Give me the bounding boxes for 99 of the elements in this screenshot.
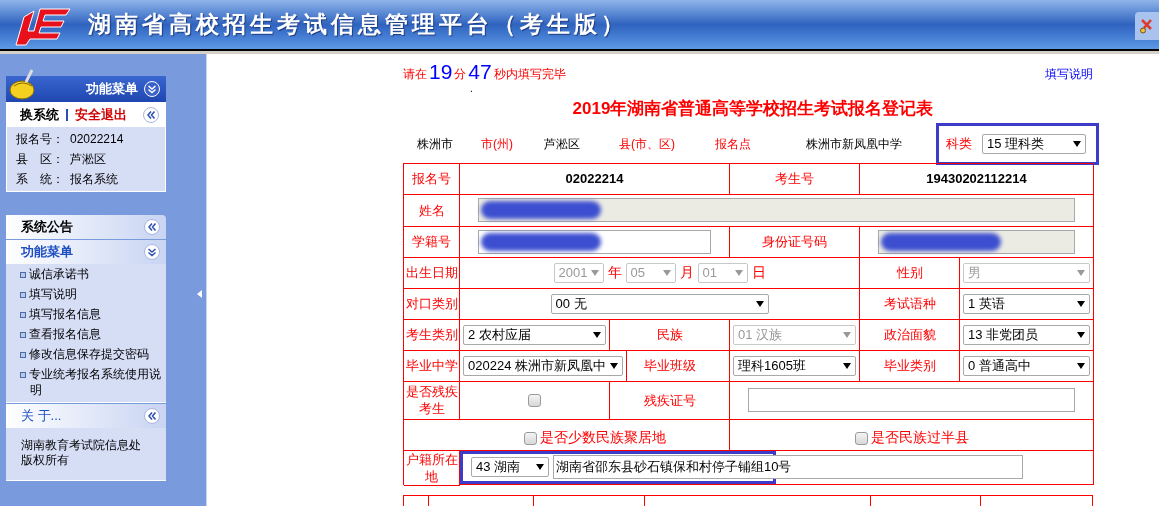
dropdown[interactable]: 15 理科类 bbox=[982, 133, 1086, 154]
county-label: 县(市、区) bbox=[619, 135, 676, 153]
panel-title: 系统公告 bbox=[21, 218, 73, 237]
city-value: 株洲市 bbox=[417, 135, 454, 153]
caret-icon bbox=[734, 269, 743, 276]
bullet-icon bbox=[20, 371, 26, 378]
dropdown[interactable]: 43 湖南 bbox=[471, 457, 549, 477]
dot-mark: . bbox=[470, 83, 473, 95]
dropdown[interactable]: 00 无 bbox=[550, 293, 769, 314]
collapse-arrow-icon[interactable] bbox=[197, 290, 202, 298]
field-label: 毕业类别 bbox=[883, 357, 936, 374]
menu-item[interactable]: 填写说明 bbox=[16, 284, 164, 304]
dropdown[interactable]: 2 农村应届 bbox=[463, 324, 606, 345]
field-label: 对口类别 bbox=[405, 295, 458, 312]
caret-icon bbox=[755, 300, 764, 307]
text-field[interactable] bbox=[748, 388, 1075, 412]
field-label: 考生类别 bbox=[405, 326, 458, 343]
field-label: 性别 bbox=[896, 264, 923, 281]
bullet-icon bbox=[20, 271, 26, 278]
info-label: 系 统： bbox=[16, 171, 65, 188]
year-unit: 年 bbox=[607, 263, 622, 282]
caret-icon bbox=[536, 464, 544, 470]
field-label: 身份证号码 bbox=[762, 233, 827, 250]
field-label: 学籍号 bbox=[412, 233, 451, 250]
field-label: 户籍所在地 bbox=[404, 450, 459, 485]
county-value: 芦淞区 bbox=[544, 135, 581, 153]
panel-title: 关 于... bbox=[21, 407, 62, 426]
menu-item[interactable]: 查看报名信息 bbox=[16, 324, 164, 344]
category-label: 科类 bbox=[946, 134, 972, 153]
dropdown[interactable]: 020224 株洲市新凤凰中 bbox=[463, 355, 623, 376]
expand-icon[interactable] bbox=[144, 244, 160, 260]
form-title: 2019年湖南省普通高等学校招生考试报名登记表 bbox=[572, 98, 934, 120]
field-label: 出生日期 bbox=[405, 264, 458, 281]
caret-icon bbox=[843, 331, 851, 338]
bullet-icon bbox=[20, 291, 26, 298]
collapse-icon[interactable] bbox=[144, 219, 160, 235]
field-label: 毕业班级 bbox=[643, 357, 696, 374]
panel-title: 功能菜单 bbox=[86, 80, 138, 99]
checkbox[interactable] bbox=[854, 431, 868, 445]
checkbox[interactable] bbox=[523, 431, 537, 445]
site-value: 株洲市新凤凰中学 bbox=[806, 135, 903, 153]
info-value: 报名系统 bbox=[70, 171, 118, 188]
caret-icon bbox=[593, 331, 601, 338]
help-link[interactable]: 填写说明 bbox=[1045, 65, 1093, 83]
dropdown[interactable]: 理科1605班 bbox=[733, 355, 856, 376]
collapse-icon[interactable] bbox=[143, 107, 159, 123]
field-label: 是否残疾考生 bbox=[404, 383, 459, 417]
day-unit: 日 bbox=[751, 263, 766, 282]
text-field[interactable] bbox=[878, 229, 1075, 254]
caret-icon bbox=[1077, 362, 1085, 369]
field-label: 残疾证号 bbox=[643, 391, 696, 409]
checkbox-label: 是否民族过半县 bbox=[870, 428, 969, 445]
checkbox[interactable] bbox=[528, 393, 541, 407]
field-label: 政治面貌 bbox=[883, 326, 936, 343]
field-label: 考生号 bbox=[775, 170, 814, 187]
caret-icon bbox=[1077, 269, 1085, 276]
caret-icon bbox=[843, 362, 851, 369]
bullet-icon bbox=[20, 311, 26, 318]
info-value: 芦淞区 bbox=[70, 151, 106, 168]
menu-item[interactable]: 专业统考报名系统使用说明 bbox=[16, 364, 164, 400]
dropdown[interactable]: 0 普通高中 bbox=[963, 355, 1090, 376]
logout-link[interactable]: 安全退出 bbox=[75, 105, 127, 125]
field-label: 毕业中学 bbox=[405, 357, 458, 374]
panel-title: 功能菜单 bbox=[21, 243, 73, 262]
menu-item[interactable]: 修改信息保存提交密码 bbox=[16, 344, 164, 364]
info-label: 报名号： bbox=[16, 131, 65, 148]
field-value: 19430202112214 bbox=[926, 169, 1027, 188]
field-value: 02022214 bbox=[565, 169, 624, 188]
checkbox-label: 是否少数民族聚居地 bbox=[539, 428, 666, 445]
info-value: 02022214 bbox=[70, 131, 124, 148]
text-field[interactable] bbox=[478, 229, 711, 254]
dropdown[interactable]: 1 英语 bbox=[963, 293, 1090, 314]
text-field[interactable] bbox=[478, 198, 1075, 222]
field-label: 考试语种 bbox=[883, 295, 936, 312]
field-label: 报名号 bbox=[412, 170, 451, 187]
bullet-icon bbox=[20, 331, 26, 338]
site-label: 报名点 bbox=[715, 135, 752, 153]
menu-item[interactable]: 填写报名信息 bbox=[16, 304, 164, 324]
dropdown[interactable]: 13 非党团员 bbox=[963, 324, 1090, 345]
month-unit: 月 bbox=[679, 263, 694, 282]
caret-icon bbox=[1073, 140, 1081, 147]
toolbar-button[interactable] bbox=[1135, 12, 1159, 40]
header-title: 湖南省高校招生考试信息管理平台（考生版） bbox=[88, 10, 628, 40]
timer-text: 请在 19分47 秒内填写完毕 bbox=[403, 61, 566, 83]
field-label: 姓名 bbox=[418, 201, 445, 219]
bullet-icon bbox=[20, 351, 26, 358]
info-label: 县 区： bbox=[16, 151, 65, 168]
address-field[interactable]: 湖南省邵东县砂石镇保和村停子铺组10号 bbox=[553, 455, 1023, 479]
caret-icon bbox=[662, 269, 671, 276]
copyright-text: 湖南教育考试院信息处版权所有 bbox=[21, 438, 142, 468]
field-label: 民族 bbox=[656, 326, 683, 343]
menu-item[interactable]: 诚信承诺书 bbox=[16, 264, 164, 284]
caret-icon bbox=[591, 269, 600, 276]
collapse-icon[interactable] bbox=[144, 408, 160, 424]
city-label: 市(州) bbox=[481, 135, 514, 153]
caret-icon bbox=[1077, 300, 1085, 307]
caret-icon bbox=[610, 362, 618, 369]
caret-icon bbox=[1077, 331, 1085, 338]
switch-system-link[interactable]: 换系统 bbox=[20, 105, 59, 125]
